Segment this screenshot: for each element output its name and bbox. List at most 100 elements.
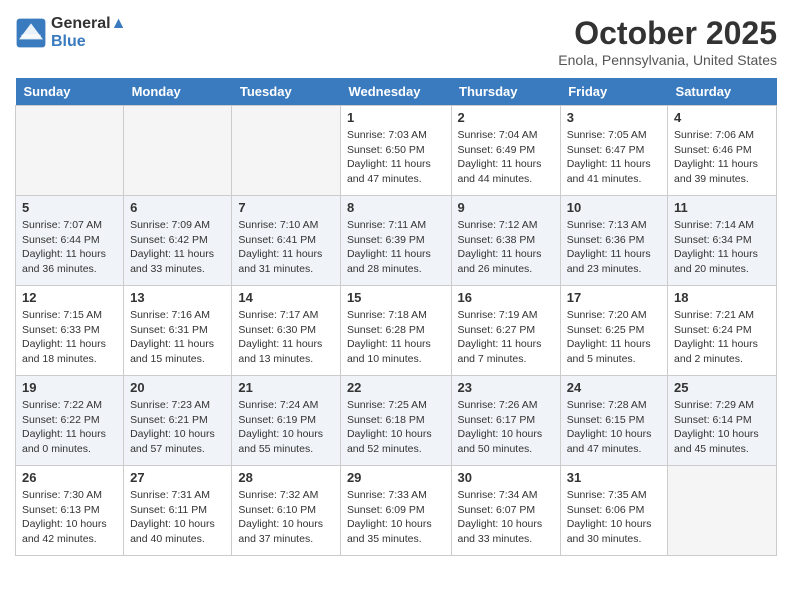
day-cell-26: 26 Sunrise: 7:30 AM Sunset: 6:13 PM Dayli… — [16, 466, 124, 556]
cell-date: 15 — [347, 290, 445, 305]
cell-date: 26 — [22, 470, 117, 485]
cell-info: Sunrise: 7:17 AM Sunset: 6:30 PM Dayligh… — [238, 308, 334, 367]
day-cell-11: 11 Sunrise: 7:14 AM Sunset: 6:34 PM Dayli… — [668, 196, 777, 286]
cell-info: Sunrise: 7:16 AM Sunset: 6:31 PM Dayligh… — [130, 308, 225, 367]
cell-date: 2 — [458, 110, 554, 125]
cell-date: 7 — [238, 200, 334, 215]
day-cell-31: 31 Sunrise: 7:35 AM Sunset: 6:06 PM Dayli… — [560, 466, 667, 556]
day-header-sunday: Sunday — [16, 78, 124, 106]
cell-info: Sunrise: 7:29 AM Sunset: 6:14 PM Dayligh… — [674, 398, 770, 457]
cell-info: Sunrise: 7:23 AM Sunset: 6:21 PM Dayligh… — [130, 398, 225, 457]
cell-date: 30 — [458, 470, 554, 485]
day-cell-22: 22Sunrise: 7:25 AM Sunset: 6:18 PM Dayli… — [340, 376, 451, 466]
cell-date: 9 — [458, 200, 554, 215]
cell-info: Sunrise: 7:12 AM Sunset: 6:38 PM Dayligh… — [458, 218, 554, 277]
day-header-friday: Friday — [560, 78, 667, 106]
cell-date: 20 — [130, 380, 225, 395]
day-cell-15: 15 Sunrise: 7:18 AM Sunset: 6:28 PM Dayli… — [340, 286, 451, 376]
day-cell-13: 13 Sunrise: 7:16 AM Sunset: 6:31 PM Dayli… — [124, 286, 232, 376]
day-cell-27: 27 Sunrise: 7:31 AM Sunset: 6:11 PM Dayli… — [124, 466, 232, 556]
cell-info: Sunrise: 7:31 AM Sunset: 6:11 PM Dayligh… — [130, 488, 225, 547]
day-cell-23: 23 Sunrise: 7:26 AM Sunset: 6:17 PM Dayli… — [451, 376, 560, 466]
cell-date: 4 — [674, 110, 770, 125]
month-title: October 2025 — [558, 15, 777, 52]
cell-info: Sunrise: 7:20 AM Sunset: 6:25 PM Dayligh… — [567, 308, 661, 367]
week-row-2: 5 Sunrise: 7:07 AM Sunset: 6:44 PM Daylig… — [16, 196, 777, 286]
day-cell-20: 20 Sunrise: 7:23 AM Sunset: 6:21 PM Dayli… — [124, 376, 232, 466]
cell-info: Sunrise: 7:19 AM Sunset: 6:27 PM Dayligh… — [458, 308, 554, 367]
day-cell-1: 1 Sunrise: 7:03 AM Sunset: 6:50 PM Daylig… — [340, 106, 451, 196]
cell-date: 3 — [567, 110, 661, 125]
cell-info: Sunrise: 7:18 AM Sunset: 6:28 PM Dayligh… — [347, 308, 445, 367]
cell-date: 19 — [22, 380, 117, 395]
cell-info: Sunrise: 7:24 AM Sunset: 6:19 PM Dayligh… — [238, 398, 334, 457]
cell-info: Sunrise: 7:25 AM Sunset: 6:18 PM Dayligh… — [347, 398, 445, 457]
cell-date: 10 — [567, 200, 661, 215]
cell-date: 8 — [347, 200, 445, 215]
day-cell-7: 7 Sunrise: 7:10 AM Sunset: 6:41 PM Daylig… — [232, 196, 341, 286]
cell-info: Sunrise: 7:21 AM Sunset: 6:24 PM Dayligh… — [674, 308, 770, 367]
day-cell-4: 4 Sunrise: 7:06 AM Sunset: 6:46 PM Daylig… — [668, 106, 777, 196]
cell-date: 13 — [130, 290, 225, 305]
day-header-tuesday: Tuesday — [232, 78, 341, 106]
logo-icon — [15, 17, 47, 49]
cell-date: 27 — [130, 470, 225, 485]
cell-info: Sunrise: 7:22 AM Sunset: 6:22 PM Dayligh… — [22, 398, 117, 457]
cell-info: Sunrise: 7:26 AM Sunset: 6:17 PM Dayligh… — [458, 398, 554, 457]
cell-date: 6 — [130, 200, 225, 215]
cell-info: Sunrise: 7:13 AM Sunset: 6:36 PM Dayligh… — [567, 218, 661, 277]
page-header: General▲ Blue October 2025 Enola, Pennsy… — [15, 15, 777, 68]
week-row-3: 12 Sunrise: 7:15 AM Sunset: 6:33 PM Dayli… — [16, 286, 777, 376]
cell-date: 16 — [458, 290, 554, 305]
cell-info: Sunrise: 7:32 AM Sunset: 6:10 PM Dayligh… — [238, 488, 334, 547]
logo-text: General▲ Blue — [51, 15, 126, 51]
cell-date: 29 — [347, 470, 445, 485]
cell-info: Sunrise: 7:07 AM Sunset: 6:44 PM Dayligh… — [22, 218, 117, 277]
location: Enola, Pennsylvania, United States — [558, 52, 777, 68]
day-cell-10: 10 Sunrise: 7:13 AM Sunset: 6:36 PM Dayli… — [560, 196, 667, 286]
cell-info: Sunrise: 7:04 AM Sunset: 6:49 PM Dayligh… — [458, 128, 554, 187]
cell-date: 24 — [567, 380, 661, 395]
day-cell-28: 28 Sunrise: 7:32 AM Sunset: 6:10 PM Dayli… — [232, 466, 341, 556]
cell-date: 14 — [238, 290, 334, 305]
cell-info: Sunrise: 7:14 AM Sunset: 6:34 PM Dayligh… — [674, 218, 770, 277]
day-cell-5: 5 Sunrise: 7:07 AM Sunset: 6:44 PM Daylig… — [16, 196, 124, 286]
day-cell-16: 16 Sunrise: 7:19 AM Sunset: 6:27 PM Dayli… — [451, 286, 560, 376]
cell-date: 31 — [567, 470, 661, 485]
cell-date: 1 — [347, 110, 445, 125]
days-header-row: SundayMondayTuesdayWednesdayThursdayFrid… — [16, 78, 777, 106]
day-cell-30: 30 Sunrise: 7:34 AM Sunset: 6:07 PM Dayli… — [451, 466, 560, 556]
cell-date: 25 — [674, 380, 770, 395]
cell-info: Sunrise: 7:03 AM Sunset: 6:50 PM Dayligh… — [347, 128, 445, 187]
cell-info: Sunrise: 7:30 AM Sunset: 6:13 PM Dayligh… — [22, 488, 117, 547]
empty-cell — [668, 466, 777, 556]
cell-date: 5 — [22, 200, 117, 215]
day-cell-19: 19 Sunrise: 7:22 AM Sunset: 6:22 PM Dayli… — [16, 376, 124, 466]
empty-cell — [232, 106, 341, 196]
cell-info: Sunrise: 7:15 AM Sunset: 6:33 PM Dayligh… — [22, 308, 117, 367]
cell-date: 23 — [458, 380, 554, 395]
day-cell-18: 18 Sunrise: 7:21 AM Sunset: 6:24 PM Dayli… — [668, 286, 777, 376]
cell-date: 18 — [674, 290, 770, 305]
day-header-monday: Monday — [124, 78, 232, 106]
cell-date: 28 — [238, 470, 334, 485]
day-header-saturday: Saturday — [668, 78, 777, 106]
cell-date: 12 — [22, 290, 117, 305]
cell-info: Sunrise: 7:10 AM Sunset: 6:41 PM Dayligh… — [238, 218, 334, 277]
cell-info: Sunrise: 7:11 AM Sunset: 6:39 PM Dayligh… — [347, 218, 445, 277]
title-section: October 2025 Enola, Pennsylvania, United… — [558, 15, 777, 68]
cell-info: Sunrise: 7:34 AM Sunset: 6:07 PM Dayligh… — [458, 488, 554, 547]
day-cell-3: 3Sunrise: 7:05 AM Sunset: 6:47 PM Daylig… — [560, 106, 667, 196]
day-cell-17: 17Sunrise: 7:20 AM Sunset: 6:25 PM Dayli… — [560, 286, 667, 376]
cell-info: Sunrise: 7:06 AM Sunset: 6:46 PM Dayligh… — [674, 128, 770, 187]
empty-cell — [16, 106, 124, 196]
day-cell-12: 12 Sunrise: 7:15 AM Sunset: 6:33 PM Dayli… — [16, 286, 124, 376]
day-header-thursday: Thursday — [451, 78, 560, 106]
cell-info: Sunrise: 7:09 AM Sunset: 6:42 PM Dayligh… — [130, 218, 225, 277]
cell-info: Sunrise: 7:35 AM Sunset: 6:06 PM Dayligh… — [567, 488, 661, 547]
cell-date: 11 — [674, 200, 770, 215]
day-cell-25: 25 Sunrise: 7:29 AM Sunset: 6:14 PM Dayli… — [668, 376, 777, 466]
week-row-1: 1 Sunrise: 7:03 AM Sunset: 6:50 PM Daylig… — [16, 106, 777, 196]
day-cell-29: 29 Sunrise: 7:33 AM Sunset: 6:09 PM Dayli… — [340, 466, 451, 556]
cell-info: Sunrise: 7:33 AM Sunset: 6:09 PM Dayligh… — [347, 488, 445, 547]
